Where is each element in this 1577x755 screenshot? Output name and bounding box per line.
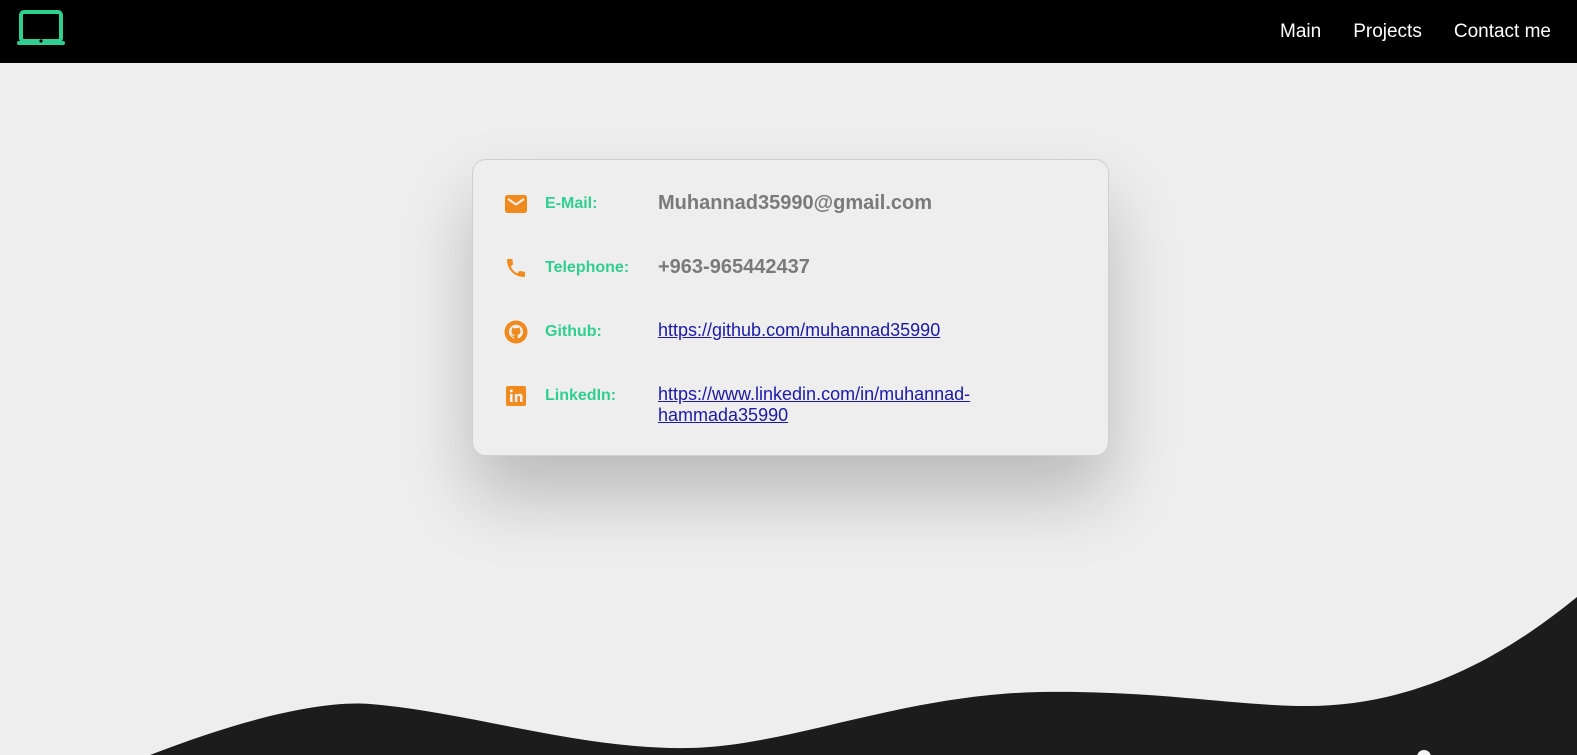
contact-card: E-Mail: Muhannad35990@gmail.com Telephon… [472,159,1109,456]
email-value: Muhannad35990@gmail.com [658,192,933,214]
github-link[interactable]: https://github.com/muhannad35990 [658,320,1018,341]
github-icon [504,320,528,344]
phone-icon [504,256,528,280]
email-label: E-Mail: [545,195,598,212]
linkedin-link[interactable]: https://www.linkedin.com/in/muhannad-ham… [658,384,1018,426]
linkedin-icon [504,384,528,408]
mail-icon [504,192,528,216]
laptop-icon[interactable] [16,8,66,48]
navbar: Main Projects Contact me [0,0,1577,63]
telephone-value: +963-965442437 [658,256,810,278]
main-nav: Main Projects Contact me [1280,0,1551,63]
linkedin-label: LinkedIn: [545,387,617,404]
nav-link-contact[interactable]: Contact me [1454,21,1551,43]
github-label: Github: [545,323,602,340]
nav-link-main[interactable]: Main [1280,21,1321,43]
telephone-label: Telephone: [545,259,630,276]
nav-link-projects[interactable]: Projects [1353,21,1422,43]
